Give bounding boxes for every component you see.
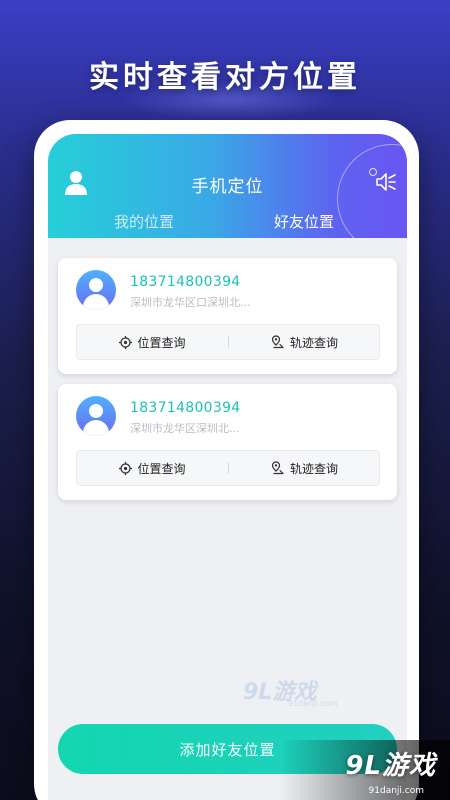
track-label: 轨迹查询 xyxy=(289,461,338,476)
tab-my-location[interactable]: 我的位置 xyxy=(114,211,174,232)
locate-label: 位置查询 xyxy=(137,335,186,350)
locate-label: 位置查询 xyxy=(137,461,186,476)
friend-actions: 位置查询 轨迹查询 xyxy=(76,324,380,360)
speaker-icon[interactable] xyxy=(375,172,397,192)
target-icon xyxy=(119,335,133,349)
avatar-icon xyxy=(76,270,116,310)
track-pin-icon xyxy=(271,461,284,475)
track-label: 轨迹查询 xyxy=(289,335,338,350)
app-screen: 手机定位 我的位置 好友位置 183714800394 深圳市龙华区口深圳北..… xyxy=(48,134,407,800)
watermark-url: 91danji.com xyxy=(288,699,338,708)
promo-title: 实时查看对方位置 xyxy=(89,60,361,95)
track-button[interactable]: 轨迹查询 xyxy=(229,451,380,485)
app-header: 手机定位 我的位置 好友位置 xyxy=(48,134,407,238)
brand-url: 91danji.com xyxy=(368,786,424,796)
track-button[interactable]: 轨迹查询 xyxy=(229,325,380,359)
track-pin-icon xyxy=(271,335,284,349)
app-title: 手机定位 xyxy=(191,177,264,197)
friend-phone: 183714800394 xyxy=(130,400,241,416)
phone-frame: 手机定位 我的位置 好友位置 183714800394 深圳市龙华区口深圳北..… xyxy=(34,120,419,800)
tab-friend-location[interactable]: 好友位置 xyxy=(274,211,334,232)
friend-address: 深圳市龙华区深圳北... xyxy=(130,422,240,435)
friend-address: 深圳市龙华区口深圳北... xyxy=(130,296,251,309)
friend-card[interactable]: 183714800394 深圳市龙华区深圳北... 位置查询 轨迹查询 xyxy=(58,384,397,500)
friend-phone: 183714800394 xyxy=(130,274,241,290)
friend-actions: 位置查询 轨迹查询 xyxy=(76,450,380,486)
locate-button[interactable]: 位置查询 xyxy=(77,451,228,485)
locate-button[interactable]: 位置查询 xyxy=(77,325,228,359)
location-tabs: 我的位置 好友位置 xyxy=(48,211,407,235)
avatar-icon xyxy=(76,396,116,436)
target-icon xyxy=(119,461,133,475)
friend-card[interactable]: 183714800394 深圳市龙华区口深圳北... 位置查询 轨迹查询 xyxy=(58,258,397,374)
brand-logo: 9L游戏 xyxy=(345,751,436,781)
